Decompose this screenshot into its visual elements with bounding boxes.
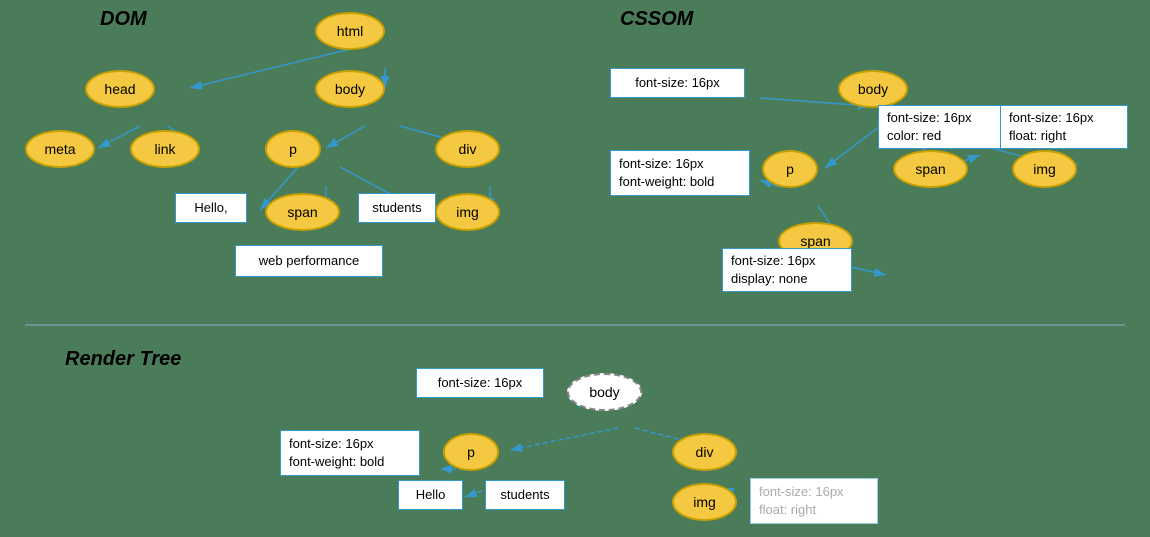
dom-link-node: link — [130, 130, 200, 168]
dom-body-node: body — [315, 70, 385, 108]
cssom-p-node: p — [762, 150, 818, 188]
dom-div-node: div — [435, 130, 500, 168]
render-students-box: students — [485, 480, 565, 510]
cssom-img-node: img — [1012, 150, 1077, 188]
cssom-span-style-box: font-size: 16px color: red — [878, 105, 1006, 149]
cssom-img-style-box: font-size: 16px float: right — [1000, 105, 1128, 149]
cssom-body-node: body — [838, 70, 908, 108]
dom-webperf-box: web performance — [235, 245, 383, 277]
render-hello-box: Hello — [398, 480, 463, 510]
render-p-style-box: font-size: 16px font-weight: bold — [280, 430, 420, 476]
cssom-span2-style-box: font-size: 16px display: none — [722, 248, 852, 292]
render-label: Render Tree — [65, 348, 181, 371]
dom-span-node: span — [265, 193, 340, 231]
dom-html-node: html — [315, 12, 385, 50]
dom-students-box: students — [358, 193, 436, 223]
render-body-fontsize-box: font-size: 16px — [416, 368, 544, 398]
cssom-body-fontsize-box: font-size: 16px — [610, 68, 745, 98]
render-body-node: body — [567, 373, 642, 411]
dom-label: DOM — [100, 8, 147, 31]
cssom-p-style-box: font-size: 16px font-weight: bold — [610, 150, 750, 196]
dom-head-node: head — [85, 70, 155, 108]
cssom-label: CSSOM — [620, 8, 693, 31]
dom-hello-box: Hello, — [175, 193, 247, 223]
render-img-style-box: font-size: 16px float: right — [750, 478, 878, 524]
dom-meta-node: meta — [25, 130, 95, 168]
render-img-node: img — [672, 483, 737, 521]
render-div-node: div — [672, 433, 737, 471]
render-p-node: p — [443, 433, 499, 471]
dom-img-node: img — [435, 193, 500, 231]
cssom-span-node: span — [893, 150, 968, 188]
dom-p-node: p — [265, 130, 321, 168]
